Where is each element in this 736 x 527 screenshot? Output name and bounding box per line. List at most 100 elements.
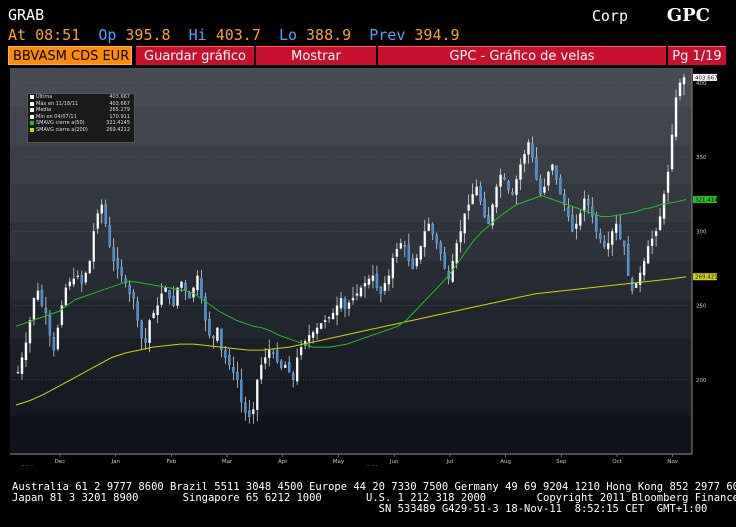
candle-body — [48, 315, 52, 336]
candle-body — [531, 143, 534, 158]
candle-body — [407, 244, 411, 262]
candle-body — [403, 245, 407, 247]
candle-body — [367, 278, 371, 285]
x-tick-label: Apr — [278, 459, 288, 465]
legend-value: 321.4145 — [106, 120, 130, 126]
candle-body — [599, 233, 602, 239]
legend-label: Mín en 04/07/11 — [36, 113, 77, 120]
year-label: 2010 — [22, 465, 34, 466]
high-value: 403.7 — [215, 26, 261, 44]
candle-body — [295, 357, 299, 382]
candle-body — [116, 258, 119, 269]
legend-label: SMAVG cierre a(200) — [36, 126, 88, 133]
candle-body — [575, 223, 578, 229]
x-tick-label: Dec — [55, 459, 66, 465]
prev-label: Prev — [369, 26, 406, 44]
candle-body — [682, 77, 686, 85]
candle-body — [519, 164, 522, 180]
candle-body — [650, 238, 654, 246]
candle-body — [144, 338, 147, 343]
ticker-symbol: GPC — [666, 5, 710, 26]
candle-body — [503, 177, 506, 180]
footer-line-3: SN 533489 G429-51-3 18-Nov-11 8:52:15 CE… — [12, 503, 708, 515]
show-button[interactable]: Mostrar — [256, 46, 376, 65]
candle-body — [630, 278, 634, 291]
candle-body — [311, 332, 315, 338]
chart-background-band — [10, 376, 692, 417]
candle-body — [455, 243, 458, 264]
legend-row: SMAVG cierre a(200) 269.4212 — [28, 127, 134, 134]
candle-body — [527, 142, 530, 155]
sma200-tag: 269.4212 — [695, 275, 721, 281]
candle-body — [571, 215, 574, 232]
legend-swatch — [30, 121, 34, 125]
candle-body — [666, 171, 670, 193]
candle-body — [56, 327, 60, 350]
market-sector: Corp — [591, 7, 628, 25]
candle-body — [240, 379, 243, 403]
candle-body — [674, 97, 678, 137]
sma50-tag: 321.4145 — [695, 198, 722, 204]
candle-body — [104, 204, 107, 224]
candle-body — [20, 357, 24, 374]
page-indicator[interactable]: Pg 1/19 — [668, 46, 726, 65]
candle-body — [92, 231, 95, 262]
candle-body — [228, 354, 231, 366]
at-label: At — [8, 26, 27, 44]
candle-body — [431, 224, 434, 235]
chart-legend: Última 403.667 Máx en 11/18/11 403.667 Media… — [27, 93, 135, 143]
candle-body — [132, 292, 135, 299]
candle-body — [471, 194, 474, 205]
candle-body — [495, 186, 498, 208]
chart-background-band — [10, 415, 692, 455]
last-price-tag: 403.667 — [695, 75, 718, 81]
y-tick-label: 400 — [696, 81, 707, 87]
legend-swatch — [30, 95, 34, 99]
candle-body — [192, 287, 195, 298]
candle-body — [252, 409, 255, 415]
candle-body — [626, 243, 630, 276]
candle-body — [603, 241, 606, 247]
legend-label: SMAVG cierre a(50) — [36, 120, 85, 126]
candle-body — [678, 82, 682, 97]
candle-body — [654, 231, 658, 237]
open-label: Op — [98, 26, 117, 44]
candle-body — [268, 349, 271, 358]
candle-body — [423, 231, 426, 248]
chart-background-band — [10, 145, 692, 185]
candle-body — [112, 247, 115, 262]
legend-swatch — [30, 108, 34, 112]
candle-body — [595, 215, 598, 232]
candle-body — [319, 323, 323, 329]
candle-body — [618, 224, 622, 239]
candle-body — [399, 243, 403, 249]
candle-body — [52, 336, 56, 351]
candle-body — [347, 302, 351, 309]
legend-value: 403.667 — [109, 100, 130, 107]
chart-background-band — [10, 261, 692, 301]
candle-body — [523, 154, 526, 164]
legend-value: 269.4212 — [106, 126, 130, 133]
candle-body — [547, 171, 550, 186]
candle-body — [507, 181, 510, 190]
y-tick-label: 250 — [696, 304, 707, 310]
source-selector[interactable]: BBVASM CDS EUR — [8, 46, 132, 65]
candle-body — [68, 281, 72, 287]
quote-line: At 08:51 Op 395.8 Hi 403.7 Lo 388.9 Prev… — [8, 26, 460, 44]
candle-body — [535, 157, 538, 180]
candle-body — [543, 186, 546, 193]
candle-body — [248, 410, 251, 417]
legend-value: 265.279 — [109, 107, 130, 113]
x-tick-label: Feb — [167, 459, 177, 465]
candle-body — [551, 164, 554, 171]
candle-body — [184, 283, 187, 291]
candle-body — [611, 231, 614, 245]
candle-body — [315, 327, 319, 334]
candle-body — [583, 198, 586, 212]
save-chart-button[interactable]: Guardar gráfico — [136, 46, 254, 65]
candlestick-chart[interactable]: 200 250 300 350 400 Dec Jan Feb Mar Apr May Jun Jul A… — [10, 66, 722, 471]
candle-body — [168, 290, 171, 299]
candle-body — [615, 223, 618, 233]
candle-body — [363, 283, 367, 287]
candle-body — [80, 275, 84, 284]
